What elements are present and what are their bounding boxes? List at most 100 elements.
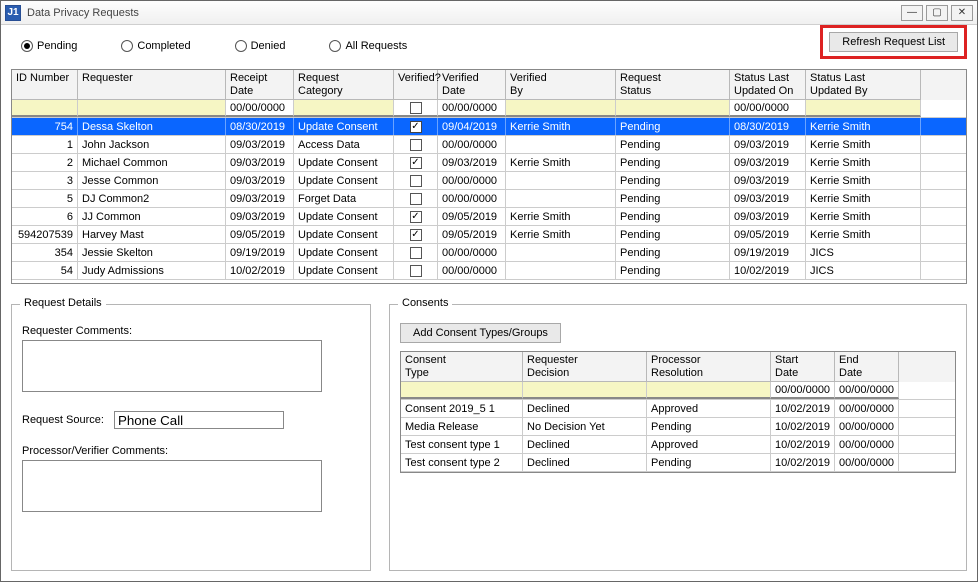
table-row[interactable]: 54Judy Admissions10/02/2019Update Consen… xyxy=(12,262,966,280)
col-updated-by[interactable]: Status Last Updated By xyxy=(806,70,921,100)
checkbox-icon[interactable] xyxy=(410,102,422,114)
radio-label: Completed xyxy=(137,40,190,52)
filter-verified-date[interactable]: 00/00/0000 xyxy=(438,100,506,117)
filter-radio-denied[interactable]: Denied xyxy=(235,40,286,52)
grid-filter-row[interactable]: 00/00/0000 00/00/0000 00/00/0000 xyxy=(12,100,966,118)
cell: Consent 2019_5 1 xyxy=(401,400,523,417)
cell xyxy=(506,136,616,153)
consents-grid-body[interactable]: 00/00/0000 00/00/0000 Consent 2019_5 1De… xyxy=(401,382,955,472)
cell: 00/00/0000 xyxy=(835,400,899,417)
table-row[interactable]: 3Jesse Common09/03/2019Update Consent00/… xyxy=(12,172,966,190)
cell: Declined xyxy=(523,436,647,453)
cfilter-end[interactable]: 00/00/0000 xyxy=(835,382,899,399)
filter-status[interactable] xyxy=(616,100,730,117)
cell[interactable]: No Decision Yet xyxy=(523,418,647,435)
table-row[interactable]: 5DJ Common209/03/2019Forget Data00/00/00… xyxy=(12,190,966,208)
filter-requester[interactable] xyxy=(78,100,226,117)
cell: 09/03/2019 xyxy=(730,190,806,207)
ccol-resolution[interactable]: Processor Resolution xyxy=(647,352,771,382)
add-consent-button[interactable]: Add Consent Types/Groups xyxy=(400,323,561,343)
cell-verified[interactable] xyxy=(394,118,438,135)
consent-row[interactable]: Test consent type 2DeclinedPending10/02/… xyxy=(401,454,955,472)
col-updated-on[interactable]: Status Last Updated On xyxy=(730,70,806,100)
cell-verified[interactable] xyxy=(394,262,438,279)
cell: Update Consent xyxy=(294,244,394,261)
cell: 00/00/0000 xyxy=(438,244,506,261)
filter-id[interactable] xyxy=(12,100,78,117)
cell-verified[interactable] xyxy=(394,208,438,225)
processor-comments-input[interactable] xyxy=(22,460,322,512)
checkbox-icon[interactable] xyxy=(410,157,422,169)
filter-verified[interactable] xyxy=(394,100,438,117)
app-icon: J1 xyxy=(5,5,21,21)
col-verified-date[interactable]: Verified Date xyxy=(438,70,506,100)
col-receipt-date[interactable]: Receipt Date xyxy=(226,70,294,100)
cell-verified[interactable] xyxy=(394,226,438,243)
col-category[interactable]: Request Category xyxy=(294,70,394,100)
consents-filter-row[interactable]: 00/00/0000 00/00/0000 xyxy=(401,382,955,400)
filter-verified-by[interactable] xyxy=(506,100,616,117)
grid-body[interactable]: 00/00/0000 00/00/0000 00/00/0000 754Dess… xyxy=(12,100,966,283)
cfilter-resolution[interactable] xyxy=(647,382,771,399)
filter-row: Pending Completed Denied All Requests Refre… xyxy=(11,33,967,59)
checkbox-icon[interactable] xyxy=(410,139,422,151)
table-row[interactable]: 754Dessa Skelton08/30/2019Update Consent… xyxy=(12,118,966,136)
cell: JJ Common xyxy=(78,208,226,225)
filter-category[interactable] xyxy=(294,100,394,117)
radio-icon xyxy=(329,40,341,52)
col-verified-by[interactable]: Verified By xyxy=(506,70,616,100)
checkbox-icon[interactable] xyxy=(410,211,422,223)
close-button[interactable]: ✕ xyxy=(951,5,973,21)
consent-row[interactable]: Media ReleaseNo Decision YetPending10/02… xyxy=(401,418,955,436)
col-verified[interactable]: Verified? xyxy=(394,70,438,100)
cell: Kerrie Smith xyxy=(506,118,616,135)
filter-receipt-date[interactable]: 00/00/0000 xyxy=(226,100,294,117)
table-row[interactable]: 1John Jackson09/03/2019Access Data00/00/… xyxy=(12,136,966,154)
consents-grid[interactable]: Consent Type Requester Decision Processo… xyxy=(400,351,956,473)
cell-verified[interactable] xyxy=(394,244,438,261)
cell-verified[interactable] xyxy=(394,154,438,171)
cell: 09/19/2019 xyxy=(226,244,294,261)
cell-verified[interactable] xyxy=(394,136,438,153)
col-id[interactable]: ID Number xyxy=(12,70,78,100)
requests-grid[interactable]: ID Number Requester Receipt Date Request… xyxy=(11,69,967,284)
checkbox-icon[interactable] xyxy=(410,247,422,259)
checkbox-icon[interactable] xyxy=(410,175,422,187)
ccol-end[interactable]: End Date xyxy=(835,352,899,382)
consent-row[interactable]: Consent 2019_5 1DeclinedApproved10/02/20… xyxy=(401,400,955,418)
col-requester[interactable]: Requester xyxy=(78,70,226,100)
checkbox-icon[interactable] xyxy=(410,265,422,277)
cell-verified[interactable] xyxy=(394,172,438,189)
table-row[interactable]: 354Jessie Skelton09/19/2019Update Consen… xyxy=(12,244,966,262)
maximize-button[interactable]: ▢ xyxy=(926,5,948,21)
table-row[interactable]: 6JJ Common09/03/2019Update Consent09/05/… xyxy=(12,208,966,226)
cfilter-type[interactable] xyxy=(401,382,523,399)
request-details-title: Request Details xyxy=(20,297,106,309)
consent-row[interactable]: Test consent type 1DeclinedApproved10/02… xyxy=(401,436,955,454)
filter-radio-pending[interactable]: Pending xyxy=(21,40,77,52)
cell-verified[interactable] xyxy=(394,190,438,207)
checkbox-icon[interactable] xyxy=(410,121,422,133)
filter-updated-by[interactable] xyxy=(806,100,921,117)
requester-comments-input[interactable] xyxy=(22,340,322,392)
cell: 08/30/2019 xyxy=(730,118,806,135)
minimize-button[interactable]: — xyxy=(901,5,923,21)
ccol-type[interactable]: Consent Type xyxy=(401,352,523,382)
table-row[interactable]: 2Michael Common09/03/2019Update Consent0… xyxy=(12,154,966,172)
table-row[interactable]: 594207539Harvey Mast09/05/2019Update Con… xyxy=(12,226,966,244)
filter-radio-all-requests[interactable]: All Requests xyxy=(329,40,407,52)
checkbox-icon[interactable] xyxy=(410,193,422,205)
col-status[interactable]: Request Status xyxy=(616,70,730,100)
refresh-button[interactable]: Refresh Request List xyxy=(829,32,958,52)
checkbox-icon[interactable] xyxy=(410,229,422,241)
ccol-decision[interactable]: Requester Decision xyxy=(523,352,647,382)
cfilter-decision[interactable] xyxy=(523,382,647,399)
filter-updated-on[interactable]: 00/00/0000 xyxy=(730,100,806,117)
cell: Pending xyxy=(616,226,730,243)
request-source-input[interactable] xyxy=(114,411,284,429)
cfilter-start[interactable]: 00/00/0000 xyxy=(771,382,835,399)
filter-radio-completed[interactable]: Completed xyxy=(121,40,190,52)
cell: Approved xyxy=(647,400,771,417)
cell: 10/02/2019 xyxy=(771,454,835,471)
ccol-start[interactable]: Start Date xyxy=(771,352,835,382)
